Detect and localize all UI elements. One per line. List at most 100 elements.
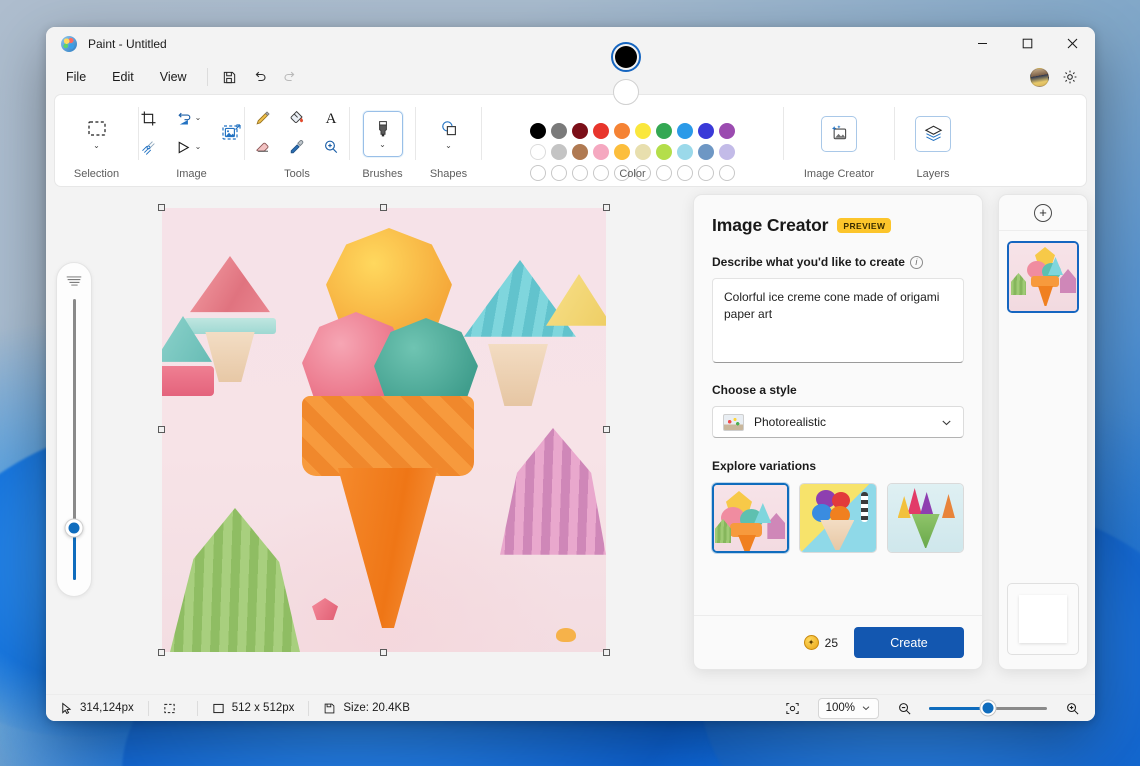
- color-swatch-row1-4[interactable]: [614, 123, 630, 139]
- resize-skew-icon[interactable]: [138, 136, 159, 159]
- variation-thumbnail-1[interactable]: [712, 483, 789, 553]
- brush-size-thumb[interactable]: [65, 519, 84, 538]
- variation-thumbnail-3[interactable]: [887, 483, 964, 553]
- selection-handle-n[interactable]: [380, 204, 387, 211]
- add-layer-button[interactable]: +: [999, 195, 1087, 231]
- save-button[interactable]: [215, 64, 245, 90]
- eyedropper-icon[interactable]: [286, 135, 308, 159]
- zoom-slider[interactable]: [929, 707, 1047, 710]
- ribbon-group-color: + Color: [482, 95, 783, 186]
- create-button[interactable]: Create: [854, 627, 964, 658]
- close-button[interactable]: [1050, 27, 1095, 60]
- paint-palette-icon: [61, 36, 77, 52]
- image-creator-footer: 25 Create: [694, 615, 982, 669]
- selection-handle-s[interactable]: [380, 649, 387, 656]
- redo-button[interactable]: [275, 64, 305, 90]
- color-swatch-row2-8[interactable]: [698, 144, 714, 160]
- image-dimensions-icon: [212, 702, 225, 715]
- shapes-button[interactable]: ⌄: [429, 111, 469, 157]
- layers-button[interactable]: [915, 116, 951, 152]
- chevron-down-icon: [940, 416, 953, 429]
- maximize-button[interactable]: [1005, 27, 1050, 60]
- primary-color-swatch[interactable]: [611, 42, 641, 72]
- credits-value: 25: [825, 636, 838, 650]
- color-swatch-row1-5[interactable]: [635, 123, 651, 139]
- secondary-color-swatch[interactable]: [613, 79, 639, 105]
- color-swatch-row1-9[interactable]: [719, 123, 735, 139]
- flip-icon[interactable]: ⌄: [174, 136, 204, 159]
- magnifier-icon[interactable]: [320, 135, 342, 159]
- zoom-level-dropdown[interactable]: 100%: [818, 698, 879, 719]
- color-swatch-row1-3[interactable]: [593, 123, 609, 139]
- text-icon[interactable]: A: [320, 106, 342, 130]
- zoom-level-value: 100%: [826, 702, 855, 714]
- selection-handle-sw[interactable]: [158, 649, 165, 656]
- style-label-text: Choose a style: [712, 383, 797, 397]
- selection-handle-se[interactable]: [603, 649, 610, 656]
- style-selected-value: Photorealistic: [754, 415, 930, 429]
- resize-image-icon[interactable]: [219, 119, 245, 147]
- layer-white-fill: [1019, 595, 1067, 643]
- color-swatch-row2-0[interactable]: [530, 144, 546, 160]
- color-swatch-row2-1[interactable]: [551, 144, 567, 160]
- layers-panel: +: [998, 194, 1088, 670]
- chevron-down-icon: ⌄: [445, 142, 452, 150]
- color-swatch-row2-5[interactable]: [635, 144, 651, 160]
- color-swatch-row2-3[interactable]: [593, 144, 609, 160]
- style-thumbnail-icon: [723, 414, 744, 431]
- fill-bucket-icon[interactable]: [286, 106, 308, 130]
- style-dropdown[interactable]: Photorealistic: [712, 406, 964, 438]
- zoom-out-icon[interactable]: [889, 695, 919, 721]
- gear-icon[interactable]: [1055, 64, 1085, 90]
- ribbon-group-tools: A: [245, 95, 349, 186]
- color-swatch-row1-6[interactable]: [656, 123, 672, 139]
- color-swatch-row1-2[interactable]: [572, 123, 588, 139]
- cursor-arrow-icon: [60, 702, 73, 715]
- selection-tool-button[interactable]: ⌄: [77, 111, 117, 157]
- brush-size-icon: [64, 274, 84, 288]
- zoom-in-icon[interactable]: [1057, 695, 1087, 721]
- color-swatch-row2-9[interactable]: [719, 144, 735, 160]
- image-creator-button[interactable]: [821, 116, 857, 152]
- selection-handle-nw[interactable]: [158, 204, 165, 211]
- menu-file[interactable]: File: [54, 66, 98, 88]
- color-swatch-row1-8[interactable]: [698, 123, 714, 139]
- color-swatch-row2-6[interactable]: [656, 144, 672, 160]
- ribbon-group-label-tools: Tools: [245, 168, 349, 180]
- pencil-icon[interactable]: [252, 106, 274, 130]
- undo-button[interactable]: [245, 64, 275, 90]
- paint-window: Paint - Untitled File Edit View: [46, 27, 1095, 721]
- brushes-button[interactable]: ⌄: [363, 111, 403, 157]
- menu-edit[interactable]: Edit: [100, 66, 146, 88]
- zoom-controls: 100%: [778, 695, 1087, 721]
- ribbon-group-label-selection: Selection: [55, 168, 138, 180]
- color-swatch-row2-2[interactable]: [572, 144, 588, 160]
- layer-thumbnail-image[interactable]: [1007, 241, 1079, 313]
- selection-handle-ne[interactable]: [603, 204, 610, 211]
- color-swatch-row1-0[interactable]: [530, 123, 546, 139]
- canvas-container[interactable]: [162, 208, 606, 652]
- selection-handle-e[interactable]: [603, 426, 610, 433]
- canvas-image[interactable]: [162, 208, 606, 652]
- window-controls: [960, 27, 1095, 60]
- eraser-icon[interactable]: [252, 135, 274, 159]
- avatar[interactable]: [1030, 68, 1049, 87]
- color-swatch-row1-1[interactable]: [551, 123, 567, 139]
- variations-row: [712, 483, 964, 553]
- selection-handle-w[interactable]: [158, 426, 165, 433]
- brush-size-slider[interactable]: [73, 299, 76, 580]
- crop-icon[interactable]: [138, 107, 159, 130]
- credits-indicator: 25: [804, 635, 838, 650]
- layer-thumbnail-background[interactable]: [1007, 583, 1079, 655]
- variation-thumbnail-2[interactable]: [799, 483, 876, 553]
- menu-view[interactable]: View: [148, 66, 199, 88]
- zoom-slider-thumb[interactable]: [981, 701, 996, 716]
- color-swatch-row2-7[interactable]: [677, 144, 693, 160]
- minimize-button[interactable]: [960, 27, 1005, 60]
- rotate-icon[interactable]: ⌄: [174, 107, 204, 130]
- color-swatch-row1-7[interactable]: [677, 123, 693, 139]
- fit-to-screen-icon[interactable]: [778, 695, 808, 721]
- prompt-input[interactable]: Colorful ice creme cone made of origami …: [712, 278, 964, 363]
- info-icon[interactable]: i: [910, 256, 923, 269]
- color-swatch-row2-4[interactable]: [614, 144, 630, 160]
